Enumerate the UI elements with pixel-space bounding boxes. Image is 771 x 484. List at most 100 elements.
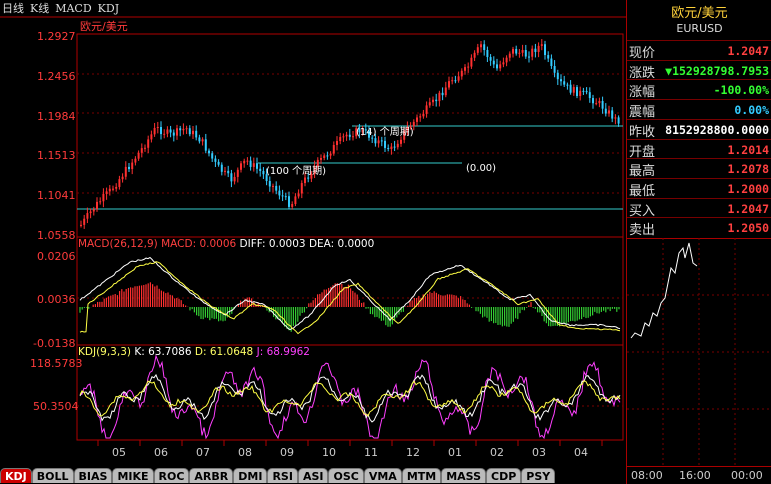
tab-psy[interactable]: PSY xyxy=(521,468,556,483)
candle-body xyxy=(172,132,175,136)
quote-row-value: 1.2014 xyxy=(727,142,769,157)
tab-mike[interactable]: MIKE xyxy=(112,468,154,483)
month-label: 07 xyxy=(196,446,210,459)
candle-body xyxy=(595,103,598,105)
candle-body xyxy=(550,58,553,66)
candle-body xyxy=(601,100,604,109)
candle-body xyxy=(160,127,162,135)
candle-body xyxy=(512,48,514,54)
tab-mtm[interactable]: MTM xyxy=(401,468,442,483)
annotation-100: (100 个周期) xyxy=(266,166,327,177)
tab-kdj[interactable]: KDJ xyxy=(0,468,32,483)
price-ylabel-1: 1.2927 xyxy=(37,30,76,43)
candle-body xyxy=(163,133,166,135)
tab-cdp[interactable]: CDP xyxy=(486,468,522,483)
candle-body xyxy=(588,92,591,99)
intraday-line xyxy=(630,242,698,339)
candle-body xyxy=(80,224,82,226)
quote-row-value: -100.00% xyxy=(713,83,769,98)
candle-body xyxy=(467,66,470,68)
tab-boll[interactable]: BOLL xyxy=(31,468,74,483)
candle-body xyxy=(553,65,556,73)
candle-body xyxy=(489,57,492,61)
quote-row-value: ▼152928798.7953 xyxy=(665,63,769,78)
tab-roc[interactable]: ROC xyxy=(153,468,190,483)
price-ylabel-2: 1.2456 xyxy=(37,70,76,83)
tab-dmi[interactable]: DMI xyxy=(233,468,268,483)
candle-body xyxy=(278,190,281,196)
tab-osc[interactable]: OSC xyxy=(328,468,364,483)
candle-body xyxy=(419,116,422,118)
candle-body xyxy=(192,130,194,135)
candle-body xyxy=(83,218,86,225)
quote-row-label: 买入 xyxy=(629,203,656,219)
candle-body xyxy=(444,87,447,96)
candle-body xyxy=(432,99,434,103)
tab-asi[interactable]: ASI xyxy=(297,468,329,483)
quote-title: 欧元/美元 xyxy=(671,6,728,21)
candle-body xyxy=(121,176,124,180)
kdj-ylabel-1: 118.5783 xyxy=(30,357,83,370)
tab-mass[interactable]: MASS xyxy=(441,468,487,483)
tab-arbr[interactable]: ARBR xyxy=(189,468,234,483)
candle-body xyxy=(470,57,473,67)
candle-body xyxy=(569,84,572,93)
quote-row: 最高 1.2078 xyxy=(627,158,771,179)
candle-body xyxy=(451,80,454,82)
candle-body xyxy=(400,139,402,144)
candle-body xyxy=(339,137,342,142)
candle-body xyxy=(169,129,172,133)
quote-row-label: 开盘 xyxy=(629,144,656,160)
candle-body xyxy=(515,48,518,54)
candle-body xyxy=(521,50,524,53)
candle-body xyxy=(195,130,198,138)
candle-body xyxy=(89,211,92,214)
macd-dea: DEA: 0.0000 xyxy=(308,238,375,250)
quote-row: 最低 1.2000 xyxy=(627,177,771,199)
candle-body xyxy=(492,60,495,65)
quote-row: 震幅 0.00% xyxy=(627,99,771,121)
candle-body xyxy=(131,162,134,170)
quote-row: 买入 1.2047 xyxy=(627,197,771,219)
candle-body xyxy=(198,137,201,142)
candle-body xyxy=(262,171,265,175)
kdj-j: J: 68.9962 xyxy=(256,346,310,358)
kdj-k: K: 63.7086 xyxy=(134,346,192,358)
intraday-chart xyxy=(627,238,771,466)
month-label: 04 xyxy=(574,446,588,459)
quote-row: 现价 1.2047 xyxy=(627,40,771,61)
candle-body xyxy=(377,140,380,144)
candle-body xyxy=(428,102,431,106)
macd-value: MACD: 0.0006 xyxy=(161,238,237,250)
chart-area[interactable] xyxy=(0,0,626,468)
tab-vma[interactable]: VMA xyxy=(363,468,402,483)
candle-body xyxy=(611,110,614,119)
candle-body xyxy=(585,91,588,93)
candle-body xyxy=(227,170,230,174)
candle-body xyxy=(438,92,441,102)
quote-panel: 欧元/美元 EURUSD 现价 1.2047 涨跌 ▼152928798.7953 涨幅… xyxy=(626,0,771,484)
candle-body xyxy=(329,153,332,156)
macd-ylabel-3: -0.0138 xyxy=(33,337,76,350)
quote-row-label: 昨收 xyxy=(629,124,656,140)
candle-body xyxy=(576,87,578,96)
month-label: 10 xyxy=(322,446,336,459)
candle-body xyxy=(380,140,383,142)
candle-body xyxy=(617,117,620,124)
tab-bias[interactable]: BIAS xyxy=(73,468,113,483)
candle-body xyxy=(86,213,89,219)
candle-body xyxy=(393,146,396,148)
tab-rsi[interactable]: RSI xyxy=(267,468,298,483)
candle-body xyxy=(352,136,354,138)
quote-row-value: 8152928800.0000 xyxy=(665,122,769,137)
candle-body xyxy=(572,87,575,93)
candle-body xyxy=(464,67,466,71)
candle-body xyxy=(563,81,566,85)
price-ylabel-5: 1.1041 xyxy=(37,189,76,202)
candle-body xyxy=(460,70,463,77)
candle-body xyxy=(256,163,258,169)
quote-row-value: 1.2047 xyxy=(727,44,769,58)
quote-row-label: 震幅 xyxy=(629,105,656,121)
candle-body xyxy=(268,181,271,187)
candle-body xyxy=(124,166,127,177)
